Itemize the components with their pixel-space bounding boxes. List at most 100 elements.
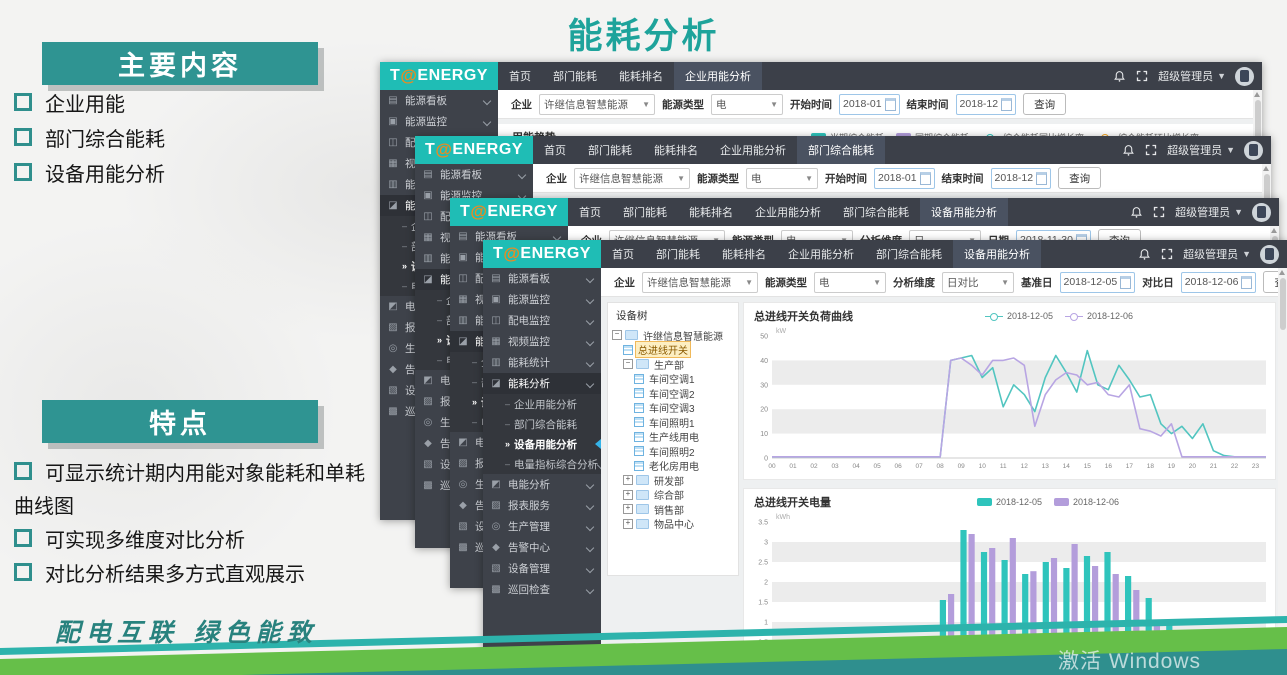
date-input[interactable]: 2018-12: [956, 94, 1017, 115]
nav-item[interactable]: 部门能耗: [542, 62, 608, 90]
scroll-up-icon[interactable]: [1271, 228, 1277, 233]
tree-node[interactable]: 生产线用电: [608, 430, 738, 445]
tree-expand-icon[interactable]: +: [623, 475, 633, 485]
fullscreen-icon[interactable]: [1144, 143, 1158, 157]
user-menu[interactable]: 超级管理员: [1175, 204, 1230, 220]
tree-node[interactable]: +物品中心: [608, 517, 738, 532]
nav-item[interactable]: 企业用能分析: [777, 240, 865, 268]
tree-node[interactable]: 车间空调3: [608, 401, 738, 416]
avatar[interactable]: [1244, 141, 1263, 160]
date-input[interactable]: 2018-12-06: [1181, 272, 1257, 293]
nav-item[interactable]: 首页: [533, 136, 577, 164]
nav-item[interactable]: 首页: [601, 240, 645, 268]
fullscreen-icon[interactable]: [1152, 205, 1166, 219]
nav-item[interactable]: 部门综合能耗: [832, 198, 920, 226]
sidebar-item[interactable]: ▨报表服务: [483, 495, 601, 516]
avatar[interactable]: [1235, 67, 1254, 86]
scroll-thumb[interactable]: [1280, 278, 1286, 330]
nav-item[interactable]: 能耗排名: [711, 240, 777, 268]
sidebar-item[interactable]: ◩电能分析: [483, 474, 601, 495]
scroll-up-icon[interactable]: [1279, 270, 1285, 275]
sidebar-item[interactable]: ▦视频监控: [483, 331, 601, 352]
nav-item[interactable]: 企业用能分析: [674, 62, 762, 90]
nav-item[interactable]: 首页: [498, 62, 542, 90]
sidebar-item[interactable]: ◪能耗分析: [483, 373, 601, 394]
tree-node[interactable]: 车间照明1: [608, 415, 738, 430]
avatar[interactable]: [1252, 203, 1271, 222]
nav-item[interactable]: 能耗排名: [643, 136, 709, 164]
filter-select[interactable]: 电▼: [814, 272, 886, 293]
nav-item[interactable]: 能耗排名: [608, 62, 674, 90]
scrollbar[interactable]: [1278, 268, 1287, 675]
bell-icon[interactable]: [1112, 69, 1126, 83]
scroll-up-icon[interactable]: [1254, 92, 1260, 97]
tree-expand-icon[interactable]: +: [623, 519, 633, 529]
production-icon: ◎: [387, 343, 399, 354]
sidebar-item[interactable]: ▤能源看板: [483, 268, 601, 289]
query-button[interactable]: 查询: [1058, 167, 1101, 189]
sidebar-item[interactable]: ▤能源看板: [380, 90, 498, 111]
nav-item[interactable]: 企业用能分析: [709, 136, 797, 164]
filter-select[interactable]: 许继信息智慧能源▼: [539, 94, 655, 115]
bell-icon[interactable]: [1129, 205, 1143, 219]
nav-item[interactable]: 部门能耗: [612, 198, 678, 226]
tree-node[interactable]: +研发部: [608, 473, 738, 488]
filter-select[interactable]: 电▼: [711, 94, 783, 115]
tree-node[interactable]: 车间空调1: [608, 372, 738, 387]
nav-item[interactable]: 设备用能分析: [953, 240, 1041, 268]
date-input[interactable]: 2018-01: [874, 168, 935, 189]
sidebar-item[interactable]: ▣能源监控: [483, 289, 601, 310]
nav-item[interactable]: 部门能耗: [577, 136, 643, 164]
sidebar-subitem[interactable]: »设备用能分析: [483, 434, 601, 454]
tree-node[interactable]: 老化房用电: [608, 459, 738, 474]
tree-node[interactable]: +销售部: [608, 502, 738, 517]
nav-item[interactable]: 设备用能分析: [920, 198, 1008, 226]
fullscreen-icon[interactable]: [1160, 247, 1174, 261]
tree-expand-icon[interactable]: −: [612, 330, 622, 340]
date-input[interactable]: 2018-01: [839, 94, 900, 115]
sidebar-item[interactable]: ◆告警中心: [483, 537, 601, 558]
tree-node[interactable]: −许继信息智慧能源: [608, 328, 738, 343]
bell-icon[interactable]: [1121, 143, 1135, 157]
sidebar-subitem[interactable]: –电量指标综合分析: [483, 454, 601, 474]
nav-item[interactable]: 部门综合能耗: [797, 136, 885, 164]
tree-node[interactable]: −生产部: [608, 357, 738, 372]
filter-select[interactable]: 许继信息智慧能源▼: [642, 272, 758, 293]
filter-select[interactable]: 日对比▼: [942, 272, 1014, 293]
tree-expand-icon[interactable]: +: [623, 490, 633, 500]
sidebar-subitem[interactable]: –部门综合能耗: [483, 414, 601, 434]
sidebar-subitem-label: 设备用能分析: [514, 437, 577, 452]
sidebar-subitem[interactable]: –企业用能分析: [483, 394, 601, 414]
user-menu[interactable]: 超级管理员: [1167, 142, 1222, 158]
nav-item[interactable]: 企业用能分析: [744, 198, 832, 226]
bell-icon[interactable]: [1137, 247, 1151, 261]
filter-select[interactable]: 电▼: [746, 168, 818, 189]
filter-select[interactable]: 许继信息智慧能源▼: [574, 168, 690, 189]
tree-node[interactable]: 车间空调2: [608, 386, 738, 401]
sidebar-item[interactable]: ▥能耗统计: [483, 352, 601, 373]
nav-item[interactable]: 部门能耗: [645, 240, 711, 268]
avatar[interactable]: [1260, 245, 1279, 264]
scroll-up-icon[interactable]: [1263, 166, 1269, 171]
sidebar-item[interactable]: ◫配电监控: [483, 310, 601, 331]
tree-expand-icon[interactable]: +: [623, 504, 633, 514]
nav-item[interactable]: 部门综合能耗: [865, 240, 953, 268]
user-menu[interactable]: 超级管理员: [1158, 68, 1213, 84]
sidebar-item[interactable]: ▤能源看板: [415, 164, 533, 185]
fullscreen-icon[interactable]: [1135, 69, 1149, 83]
query-button[interactable]: 查询: [1023, 93, 1066, 115]
date-input[interactable]: 2018-12: [991, 168, 1052, 189]
user-menu[interactable]: 超级管理员: [1183, 246, 1238, 262]
tree-node[interactable]: +综合部: [608, 488, 738, 503]
sidebar-item[interactable]: ◎生产管理: [483, 516, 601, 537]
sidebar-item[interactable]: ▧设备管理: [483, 558, 601, 579]
chevron-down-icon: ▼: [1242, 249, 1251, 259]
tree-node[interactable]: 总进线开关: [608, 343, 738, 358]
sidebar-item[interactable]: ▣能源监控: [380, 111, 498, 132]
date-input[interactable]: 2018-12-05: [1060, 272, 1136, 293]
sidebar-item[interactable]: ▩巡回检查: [483, 579, 601, 600]
nav-item[interactable]: 能耗排名: [678, 198, 744, 226]
tree-expand-icon[interactable]: −: [623, 359, 633, 369]
tree-node[interactable]: 车间照明2: [608, 444, 738, 459]
nav-item[interactable]: 首页: [568, 198, 612, 226]
